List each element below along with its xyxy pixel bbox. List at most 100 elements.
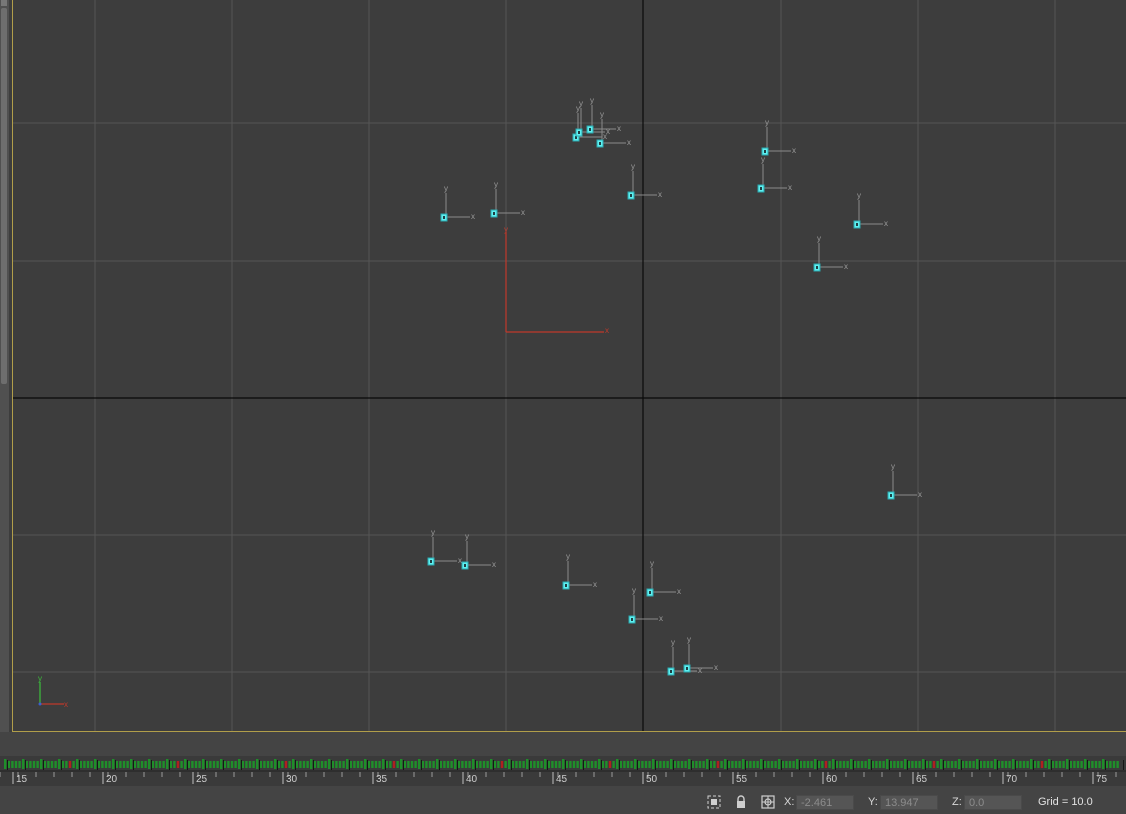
keyframe-marker[interactable] bbox=[886, 759, 889, 769]
keyframe-marker[interactable] bbox=[626, 761, 630, 768]
keyframe-marker[interactable] bbox=[1030, 759, 1033, 769]
track-bar-canvas[interactable]: 15 20 25 30 35 40 45 50 55 60 65 70 75 bbox=[0, 756, 1126, 786]
keyframe-marker[interactable] bbox=[875, 761, 878, 768]
keyframe-marker[interactable] bbox=[252, 761, 255, 768]
keyframe-marker[interactable] bbox=[1073, 761, 1076, 768]
keyframe-marker[interactable] bbox=[842, 761, 846, 768]
keyframe-marker[interactable] bbox=[86, 761, 90, 768]
keyframe-marker[interactable] bbox=[428, 761, 432, 768]
keyframe-marker[interactable] bbox=[94, 759, 97, 769]
keyframe-marker[interactable] bbox=[324, 761, 327, 768]
keyframe-marker[interactable] bbox=[698, 761, 702, 768]
keyframe-marker[interactable] bbox=[122, 761, 126, 768]
keyframe-marker[interactable] bbox=[580, 759, 583, 769]
keyframe-marker[interactable] bbox=[392, 761, 396, 768]
keyframe-marker[interactable] bbox=[317, 761, 320, 768]
keyframe-marker[interactable] bbox=[785, 761, 788, 768]
keyframe-marker[interactable] bbox=[1044, 761, 1047, 768]
keyframe-marker[interactable] bbox=[302, 761, 306, 768]
keyframe-marker[interactable] bbox=[803, 761, 806, 768]
keyframe-marker[interactable] bbox=[569, 761, 572, 768]
keyframe-marker[interactable] bbox=[54, 761, 57, 768]
keyframe-marker[interactable] bbox=[40, 759, 43, 769]
keyframe-marker[interactable] bbox=[338, 761, 342, 768]
keyframe-marker[interactable] bbox=[101, 761, 104, 768]
keyframe-marker[interactable] bbox=[518, 761, 522, 768]
y-coordinate-field[interactable]: 13.947 bbox=[880, 795, 938, 810]
keyframe-marker[interactable] bbox=[166, 759, 169, 769]
keyframe-marker[interactable] bbox=[436, 759, 439, 769]
keyframe-marker[interactable] bbox=[605, 761, 608, 768]
keyframe-marker[interactable] bbox=[940, 759, 943, 769]
keyframe-marker[interactable] bbox=[11, 761, 14, 768]
keyframe-marker[interactable] bbox=[1102, 759, 1105, 769]
keyframe-marker[interactable] bbox=[900, 761, 903, 768]
keyframe-marker[interactable] bbox=[148, 759, 151, 769]
keyframe-marker[interactable] bbox=[634, 759, 637, 769]
keyframe-marker[interactable] bbox=[572, 761, 576, 768]
keyframe-marker[interactable] bbox=[119, 761, 122, 768]
keyframe-marker[interactable] bbox=[353, 761, 356, 768]
keyframe-marker[interactable] bbox=[1055, 761, 1058, 768]
keyframe-marker[interactable] bbox=[238, 759, 241, 769]
keyframe-marker[interactable] bbox=[587, 761, 590, 768]
keyframe-marker[interactable] bbox=[846, 761, 849, 768]
keyframe-marker[interactable] bbox=[130, 759, 133, 769]
keyframe-marker[interactable] bbox=[608, 761, 612, 768]
keyframe-marker[interactable] bbox=[65, 761, 68, 768]
keyframe-marker[interactable] bbox=[526, 759, 529, 769]
keyframe-marker[interactable] bbox=[414, 761, 417, 768]
keyframe-marker[interactable] bbox=[922, 759, 925, 769]
keyframe-marker[interactable] bbox=[104, 761, 108, 768]
keyframe-marker[interactable] bbox=[850, 759, 853, 769]
keyframe-marker[interactable] bbox=[47, 761, 50, 768]
keyframe-marker[interactable] bbox=[1040, 761, 1044, 768]
keyframe-marker[interactable] bbox=[778, 759, 781, 769]
keyframe-marker[interactable] bbox=[684, 761, 687, 768]
keyframe-marker[interactable] bbox=[1008, 761, 1011, 768]
keyframe-marker[interactable] bbox=[464, 761, 468, 768]
keyframe-marker[interactable] bbox=[198, 761, 201, 768]
keyframe-marker[interactable] bbox=[731, 761, 734, 768]
keyframe-marker[interactable] bbox=[216, 761, 219, 768]
keyframe-marker[interactable] bbox=[29, 761, 32, 768]
keyframe-marker[interactable] bbox=[1062, 761, 1065, 768]
keyframe-marker[interactable] bbox=[770, 761, 774, 768]
selection-lock-icon[interactable] bbox=[734, 795, 748, 809]
keyframe-marker[interactable] bbox=[1094, 761, 1098, 768]
keyframe-marker[interactable] bbox=[734, 761, 738, 768]
keyframe-marker[interactable] bbox=[274, 759, 277, 769]
keyframe-marker[interactable] bbox=[1109, 761, 1112, 768]
keyframe-marker[interactable] bbox=[374, 761, 378, 768]
keyframe-marker[interactable] bbox=[72, 761, 75, 768]
keyframe-marker[interactable] bbox=[947, 761, 950, 768]
keyframe-marker[interactable] bbox=[18, 761, 21, 768]
keyframe-marker[interactable] bbox=[256, 759, 259, 769]
keyframe-marker[interactable] bbox=[828, 761, 831, 768]
keyframe-marker[interactable] bbox=[590, 761, 594, 768]
keyframe-marker[interactable] bbox=[500, 761, 504, 768]
keyframe-marker[interactable] bbox=[677, 761, 680, 768]
keyframe-marker[interactable] bbox=[191, 761, 194, 768]
keyframe-marker[interactable] bbox=[382, 759, 385, 769]
keyframe-marker[interactable] bbox=[972, 761, 975, 768]
keyframe-marker[interactable] bbox=[749, 761, 752, 768]
keyframe-marker[interactable] bbox=[598, 759, 601, 769]
keyframe-marker[interactable] bbox=[68, 761, 72, 768]
keyframe-marker[interactable] bbox=[904, 759, 907, 769]
keyframe-marker[interactable] bbox=[90, 761, 93, 768]
keyframe-marker[interactable] bbox=[832, 759, 835, 769]
keyframe-marker[interactable] bbox=[320, 761, 324, 768]
keyframe-marker[interactable] bbox=[292, 759, 295, 769]
keyframe-marker[interactable] bbox=[864, 761, 867, 768]
keyframe-marker[interactable] bbox=[482, 761, 486, 768]
keyframe-marker[interactable] bbox=[652, 759, 655, 769]
keyframe-marker[interactable] bbox=[58, 759, 61, 769]
keyframe-marker[interactable] bbox=[1004, 761, 1008, 768]
keyframe-marker[interactable] bbox=[1012, 759, 1015, 769]
keyframe-marker[interactable] bbox=[468, 761, 471, 768]
keyframe-marker[interactable] bbox=[1112, 761, 1116, 768]
keyframe-marker[interactable] bbox=[140, 761, 144, 768]
keyframe-marker[interactable] bbox=[270, 761, 273, 768]
keyframe-marker[interactable] bbox=[497, 761, 500, 768]
